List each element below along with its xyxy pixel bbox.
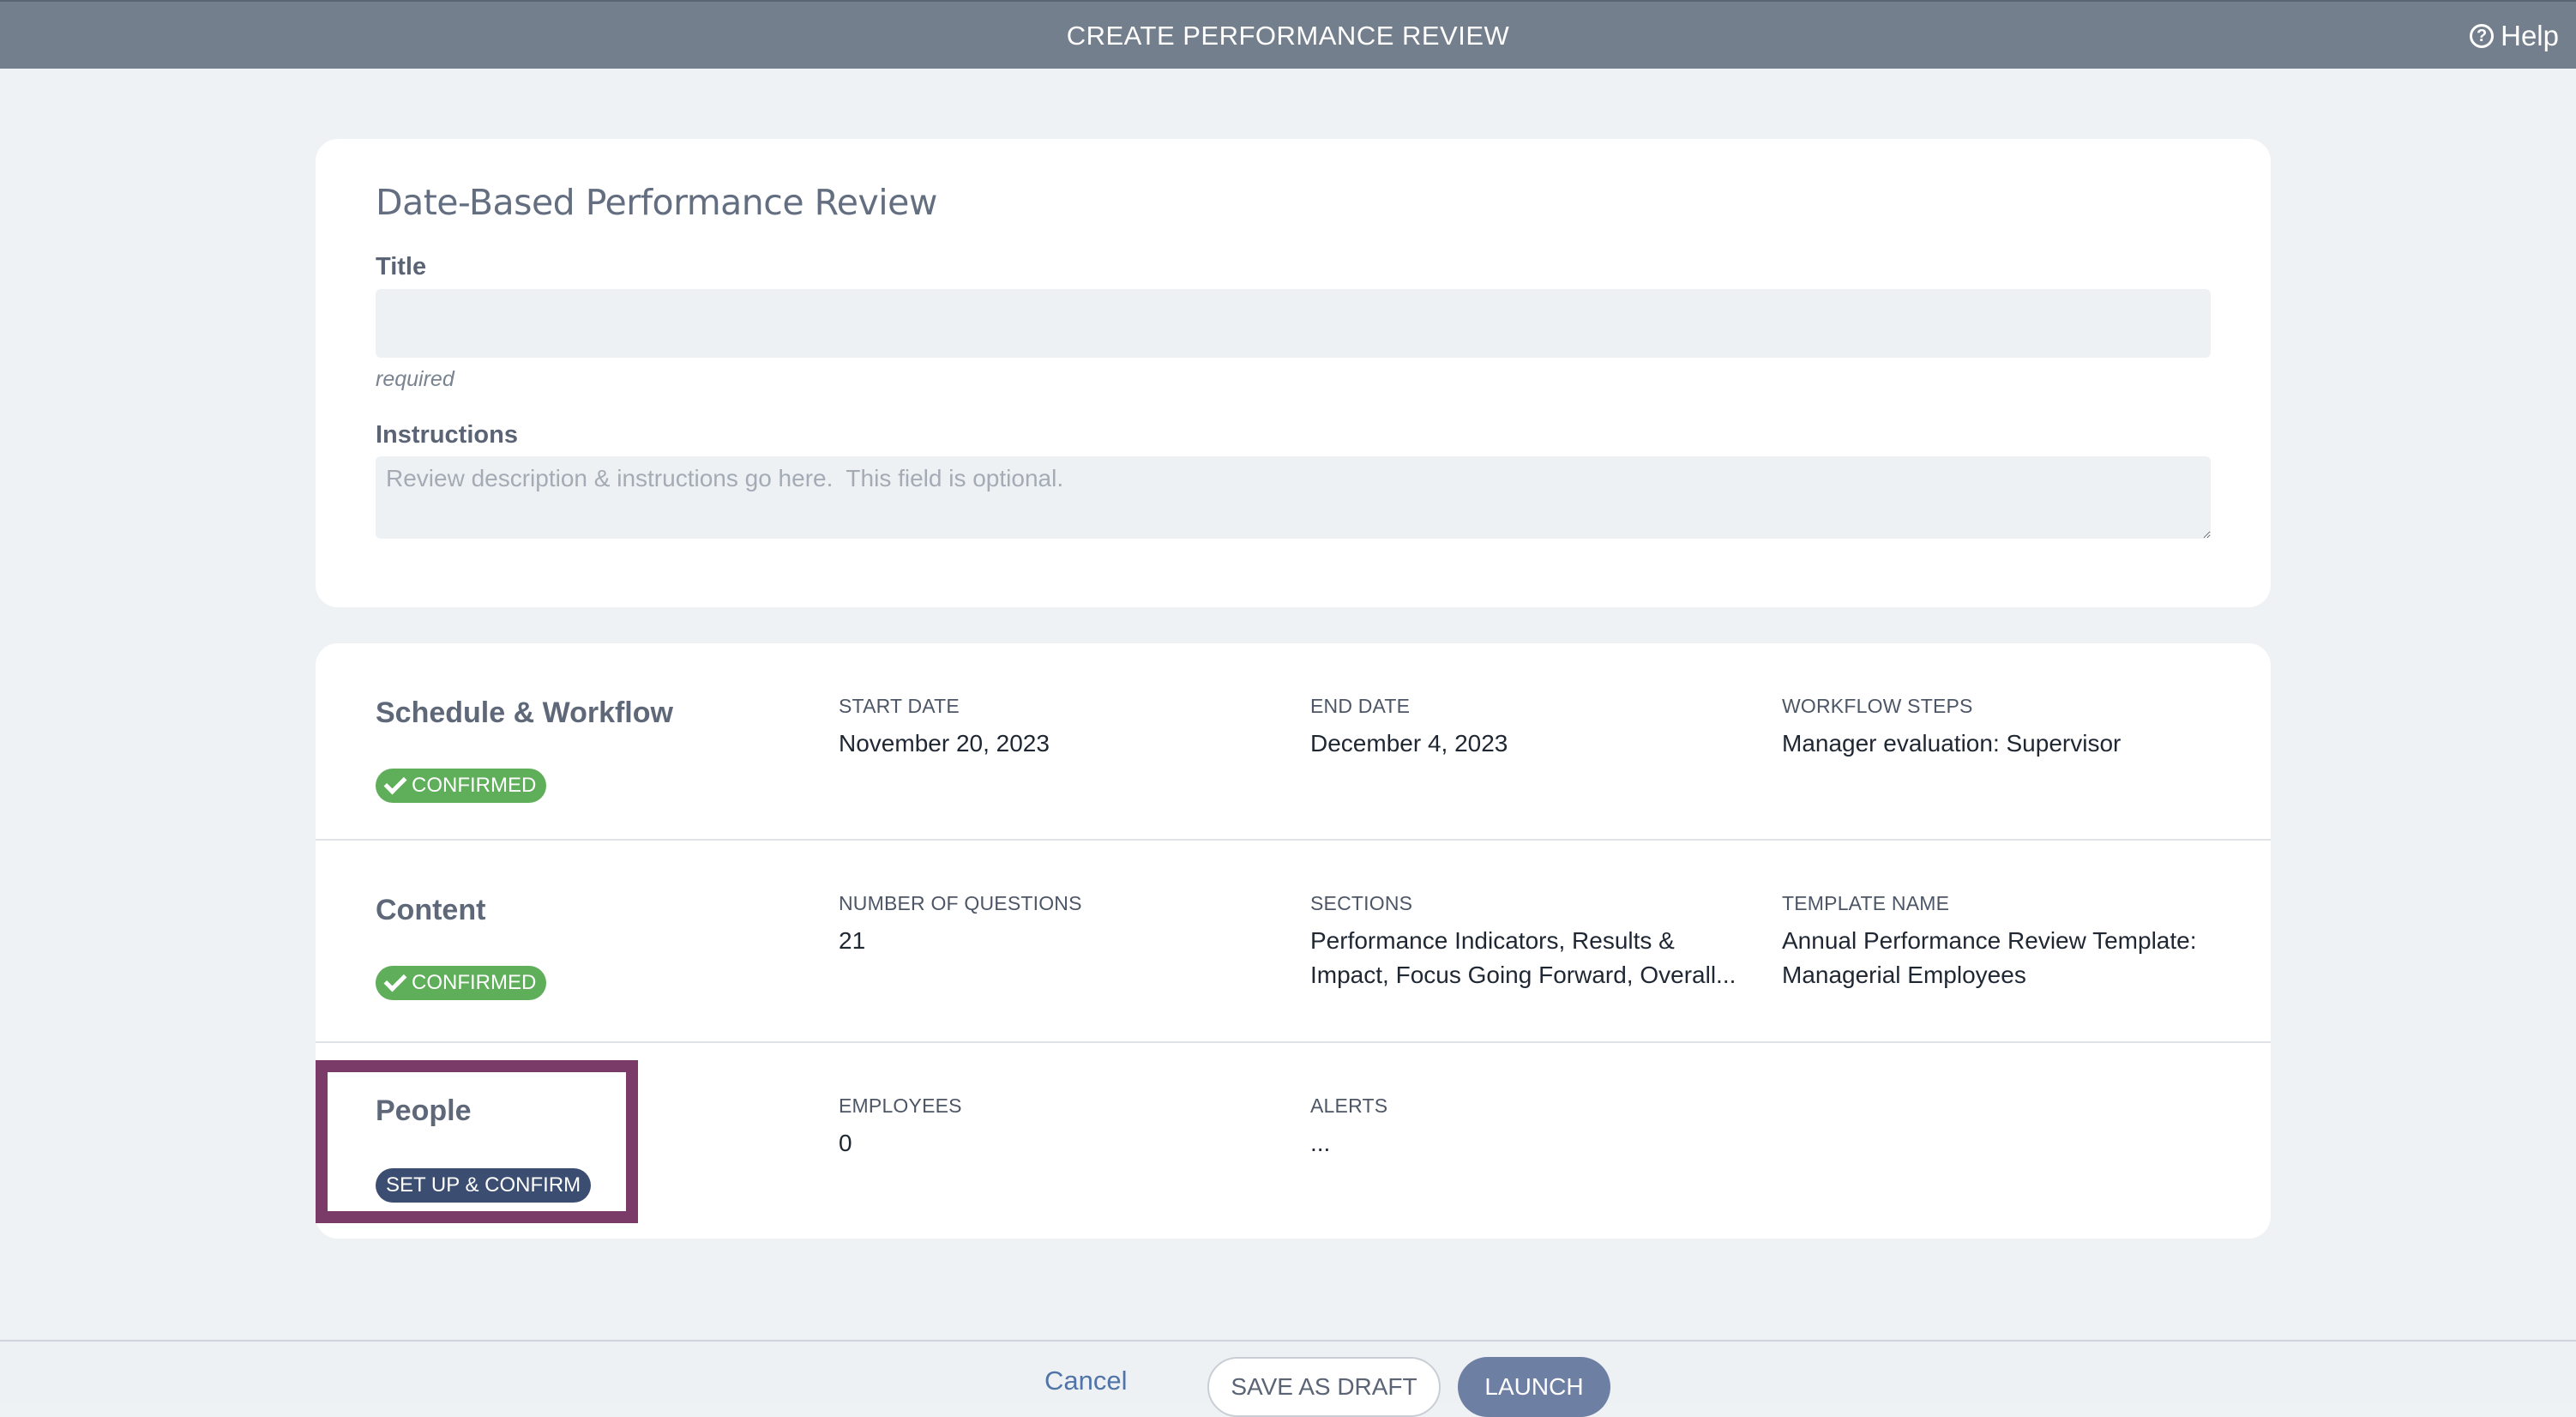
- launch-button[interactable]: LAUNCH: [1458, 1357, 1610, 1417]
- instructions-textarea[interactable]: [376, 456, 2211, 539]
- content-badge-label: CONFIRMED: [412, 971, 537, 994]
- sections-field: SECTIONS Performance Indicators, Results…: [1310, 892, 1756, 992]
- people-highlight-box: [316, 1060, 638, 1223]
- title-required-note: required: [376, 367, 454, 391]
- content-section-title: Content: [376, 894, 486, 926]
- checkmark-icon: [383, 968, 407, 992]
- question-circle-icon: ?: [2470, 24, 2495, 48]
- save-as-draft-button[interactable]: SAVE AS DRAFT: [1207, 1357, 1441, 1417]
- schedule-status-badge: CONFIRMED: [376, 769, 547, 803]
- review-details-card: Date-Based Performance Review Title requ…: [316, 139, 2271, 607]
- action-bar: Cancel SAVE AS DRAFT LAUNCH: [0, 1340, 2576, 1417]
- schedule-badge-label: CONFIRMED: [412, 774, 537, 797]
- help-label: Help: [2501, 20, 2559, 51]
- sections-value: Performance Indicators, Results & Impact…: [1310, 927, 1736, 988]
- alerts-label: ALERTS: [1310, 1094, 1388, 1117]
- start-date-value: November 20, 2023: [839, 730, 1050, 757]
- employees-value: 0: [839, 1130, 852, 1156]
- instructions-label: Instructions: [376, 421, 518, 449]
- page-title: CREATE PERFORMANCE REVIEW: [1066, 21, 1510, 51]
- alerts-field: ALERTS ...: [1310, 1094, 1756, 1161]
- top-header-bar: CREATE PERFORMANCE REVIEW ? Help: [0, 0, 2576, 69]
- template-name-label: TEMPLATE NAME: [1782, 892, 1950, 914]
- number-of-questions-field: NUMBER OF QUESTIONS 21: [839, 892, 1285, 958]
- number-of-questions-label: NUMBER OF QUESTIONS: [839, 892, 1082, 914]
- title-input[interactable]: [376, 289, 2211, 358]
- schedule-section-title: Schedule & Workflow: [376, 696, 673, 729]
- workflow-steps-label: WORKFLOW STEPS: [1782, 695, 1973, 717]
- workflow-steps-field: WORKFLOW STEPS Manager evaluation: Super…: [1782, 695, 2228, 761]
- employees-label: EMPLOYEES: [839, 1094, 962, 1117]
- template-name-value: Annual Performance Review Template: Mana…: [1782, 927, 2197, 988]
- end-date-field: END DATE December 4, 2023: [1310, 695, 1756, 761]
- end-date-value: December 4, 2023: [1310, 730, 1508, 757]
- content-status-badge: CONFIRMED: [376, 966, 547, 1000]
- form-heading: Date-Based Performance Review: [376, 182, 937, 223]
- title-label: Title: [376, 253, 427, 280]
- workflow-steps-value: Manager evaluation: Supervisor: [1782, 730, 2122, 757]
- alerts-value: ...: [1310, 1130, 1331, 1156]
- checkmark-icon: [383, 771, 407, 795]
- start-date-label: START DATE: [839, 695, 960, 717]
- content-section[interactable]: Content CONFIRMED NUMBER OF QUESTIONS 21…: [316, 841, 2271, 1043]
- end-date-label: END DATE: [1310, 695, 1411, 717]
- sections-label: SECTIONS: [1310, 892, 1413, 914]
- help-link[interactable]: ? Help: [2470, 2, 2559, 70]
- cancel-link[interactable]: Cancel: [1044, 1366, 1128, 1396]
- template-name-field: TEMPLATE NAME Annual Performance Review …: [1782, 892, 2228, 992]
- employees-field: EMPLOYEES 0: [839, 1094, 1285, 1161]
- schedule-workflow-section[interactable]: Schedule & Workflow CONFIRMED START DATE…: [316, 643, 2271, 841]
- start-date-field: START DATE November 20, 2023: [839, 695, 1285, 761]
- number-of-questions-value: 21: [839, 927, 866, 954]
